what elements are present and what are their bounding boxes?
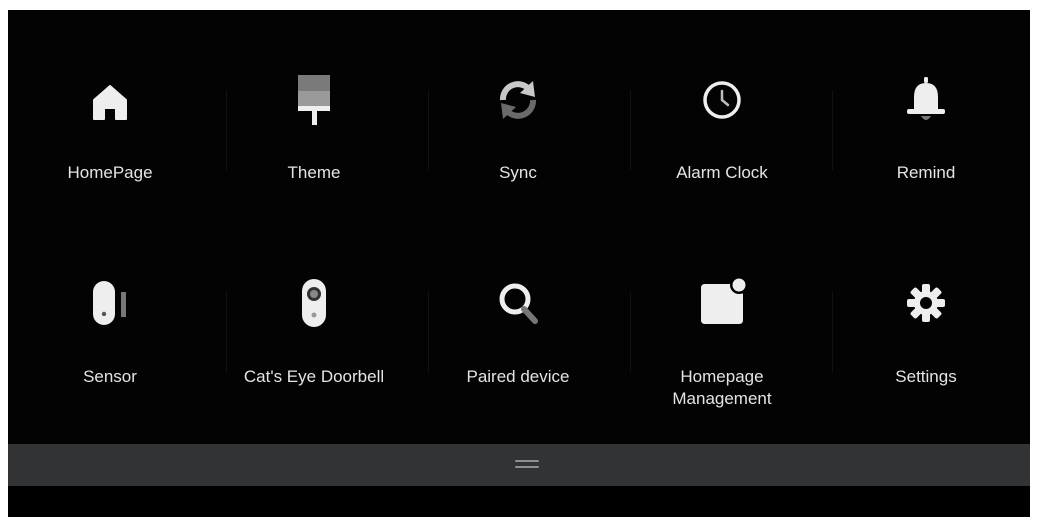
menu-item-label: Sensor — [83, 367, 137, 386]
menu-item-remind[interactable]: Remind — [824, 10, 1028, 210]
menu-item-label: Alarm Clock — [676, 163, 768, 182]
menu-item-label: Cat's Eye Doorbell — [243, 367, 385, 386]
app-screen: HomePage Theme Sync Alarm Clock Remind S… — [8, 10, 1030, 517]
bell-icon — [901, 75, 951, 125]
sync-icon — [493, 75, 543, 125]
card-badge-icon — [697, 278, 747, 328]
bottom-drawer-bar[interactable] — [8, 444, 1030, 486]
menu-item-label: Theme — [287, 163, 341, 182]
menu-item-label: Paired device — [466, 367, 570, 386]
menu-item-label: Remind — [896, 163, 956, 182]
column-divider — [832, 90, 833, 170]
search-icon — [493, 278, 543, 328]
menu-item-label: Settings — [895, 367, 957, 386]
column-divider — [428, 292, 429, 372]
menu-item-label: HomePage — [67, 163, 153, 182]
drag-handle-icon[interactable] — [515, 460, 539, 470]
paint-roller-icon — [289, 75, 339, 125]
column-divider — [226, 292, 227, 372]
menu-item-theme[interactable]: Theme — [212, 10, 416, 210]
menu-item-sensor[interactable]: Sensor — [8, 210, 212, 410]
gear-icon — [901, 278, 951, 328]
column-divider — [630, 292, 631, 372]
clock-icon — [697, 75, 747, 125]
menu-item-homepage-management[interactable]: Homepage Management — [620, 210, 824, 410]
doorbell-icon — [289, 278, 339, 328]
sensor-icon — [85, 278, 135, 328]
menu-item-paired-device[interactable]: Paired device — [416, 210, 620, 410]
menu-item-sync[interactable]: Sync — [416, 10, 620, 210]
column-divider — [832, 292, 833, 372]
menu-item-settings[interactable]: Settings — [824, 210, 1028, 410]
column-divider — [226, 90, 227, 170]
menu-grid: HomePage Theme Sync Alarm Clock Remind S… — [8, 10, 1030, 444]
menu-item-homepage[interactable]: HomePage — [8, 10, 212, 210]
column-divider — [428, 90, 429, 170]
column-divider — [630, 90, 631, 170]
menu-item-cats-eye-doorbell[interactable]: Cat's Eye Doorbell — [212, 210, 416, 410]
menu-item-label: Homepage Management — [672, 367, 772, 408]
menu-item-alarm-clock[interactable]: Alarm Clock — [620, 10, 824, 210]
menu-item-label: Sync — [499, 163, 537, 182]
home-icon — [85, 75, 135, 125]
bottom-strip — [8, 486, 1030, 517]
